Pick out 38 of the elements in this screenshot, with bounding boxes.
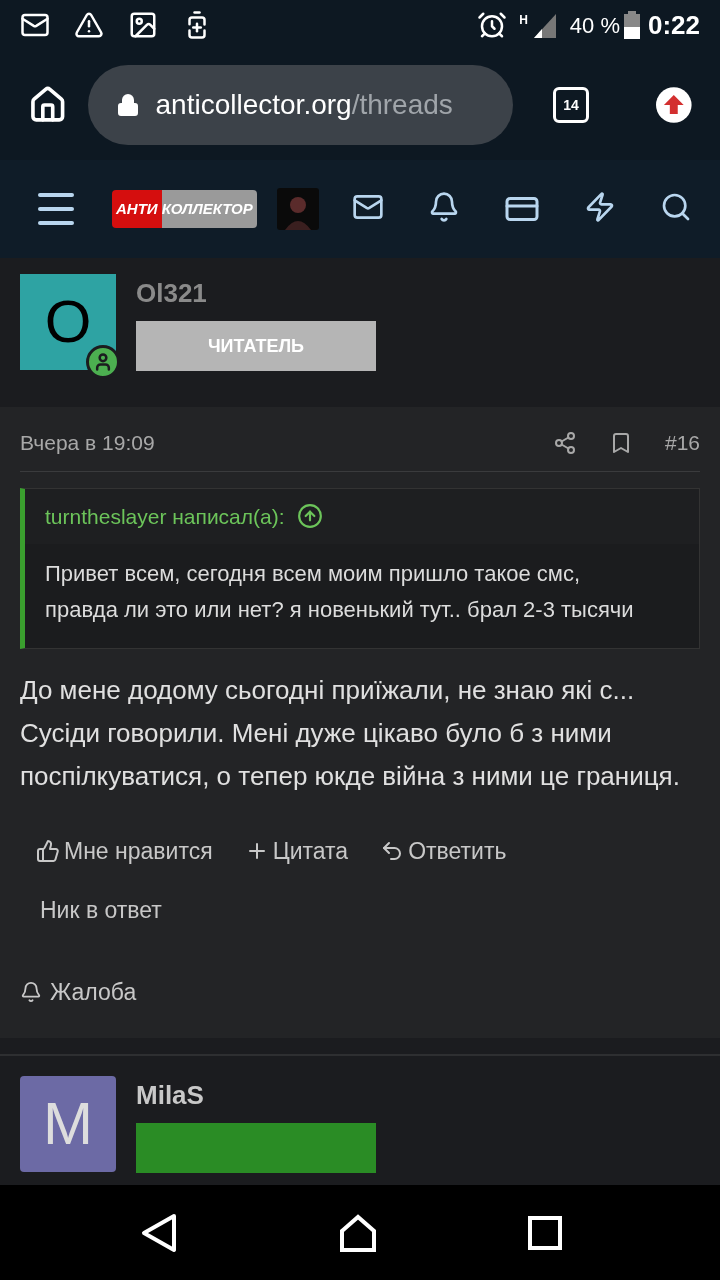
battery-icon: [623, 11, 640, 39]
user-avatar[interactable]: O: [20, 274, 116, 370]
network-type: H: [519, 12, 528, 28]
reply-button[interactable]: Ответить: [380, 834, 507, 869]
like-button[interactable]: Мне нравится: [36, 834, 213, 869]
quote-text: Привет всем, сегодня всем моим пришло такое смс, правда ли это или нет? я новенький тут.. брал 2-3 тысячи: [44, 560, 635, 624]
post-number[interactable]: #16: [664, 427, 700, 459]
bell-icon[interactable]: [428, 191, 460, 223]
image-icon: [128, 10, 158, 40]
thumbs-up-icon: [36, 839, 60, 864]
quote-button[interactable]: Цитата: [244, 834, 349, 869]
alarm-icon: [477, 10, 508, 40]
tabs-button[interactable]: 14: [553, 87, 589, 123]
quote-author[interactable]: turntheslayer написал(а):: [45, 500, 285, 532]
search-icon[interactable]: [660, 191, 692, 223]
warning-icon: [74, 10, 104, 40]
url-text: anticollector.org/threads: [155, 88, 453, 122]
signal-icon: [531, 12, 558, 38]
recents-icon[interactable]: [528, 1215, 562, 1250]
back-icon[interactable]: [140, 1212, 178, 1253]
lock-icon: [115, 93, 140, 117]
post-time[interactable]: Вчера в 19:09: [20, 427, 553, 459]
battery-percent: 40 %: [569, 11, 620, 40]
bell-icon: [20, 981, 42, 1004]
post-text: До мене додому сьогодні приїжали, не знаю які с... Сусіди говорили. Мені дуже цікаво було б з ними поспілкуватися, о тепер юкде війна з ними це границя.: [20, 674, 681, 793]
user-name[interactable]: MilaS: [136, 1075, 376, 1115]
lightning-icon[interactable]: [584, 191, 616, 223]
home-icon[interactable]: [338, 1212, 378, 1253]
report-button[interactable]: Жалоба: [20, 975, 700, 1010]
address-bar[interactable]: anticollector.org/threads: [87, 65, 514, 145]
mention-button[interactable]: Ник в ответ: [36, 892, 162, 927]
user-role: ЧИТАТЕЛЬ: [136, 321, 376, 371]
user-name[interactable]: Ol321: [136, 274, 376, 313]
user-avatar[interactable]: M: [20, 1075, 116, 1172]
clock: 0:22: [647, 8, 700, 42]
extension-icon[interactable]: [656, 87, 692, 123]
share-icon[interactable]: [552, 430, 577, 455]
go-to-quote-icon[interactable]: [296, 503, 323, 530]
